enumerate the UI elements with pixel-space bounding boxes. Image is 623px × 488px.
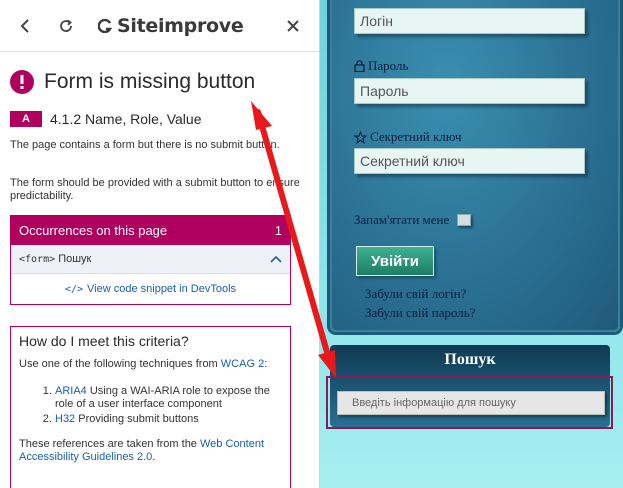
occurrences-title: Occurrences on this page (19, 223, 168, 238)
password-input[interactable]: Пароль (354, 78, 585, 104)
close-icon (287, 20, 299, 32)
occurrence-name: Пошук (58, 253, 92, 265)
forgot-login-link[interactable]: Забули свій логін? (365, 286, 466, 302)
how-to-title: How do I meet this criteria? (19, 333, 189, 349)
occurrence-tag: <form> (19, 254, 56, 265)
search-input[interactable]: Введіть інформацію для пошуку (337, 391, 605, 415)
issue-recommendation: The form should be provided with a submi… (10, 177, 300, 202)
password-label: Пароль (354, 58, 408, 74)
lock-icon (354, 60, 365, 72)
panel-toolbar: Siteimprove (0, 0, 319, 52)
star-icon (354, 130, 367, 144)
close-button[interactable] (281, 14, 305, 38)
code-icon: </> (64, 283, 84, 295)
criterion-label: 4.1.2 Name, Role, Value (50, 111, 202, 127)
technique-link-aria4[interactable]: ARIA4 (55, 385, 87, 397)
remember-me-row: Запам'ятати мене (354, 212, 472, 228)
siteimprove-logo: Siteimprove (98, 14, 244, 38)
occurrence-label: <form> Пошук (19, 253, 91, 265)
technique-text: Providing submit buttons (78, 413, 199, 425)
secret-key-label: Секретний ключ (354, 129, 462, 145)
view-code-snippet-link[interactable]: </> View code snippet in DevTools (11, 274, 290, 304)
forgot-password-link[interactable]: Забули свій пароль? (365, 305, 476, 321)
techniques-list: ARIA4 Using a WAI-ARIA role to expose th… (55, 385, 282, 426)
secret-key-input[interactable]: Секретний ключ (354, 148, 585, 174)
references-note: These references are taken from the Web … (19, 438, 282, 464)
references-end: . (152, 451, 156, 463)
refresh-icon (60, 19, 72, 32)
issue-title: Form is missing button (44, 70, 256, 93)
view-code-snippet-label: View code snippet in DevTools (87, 283, 237, 295)
remember-me-checkbox[interactable] (457, 214, 472, 226)
references-text: These references are taken from the (19, 438, 197, 450)
conformance-level-badge: A (10, 111, 42, 127)
how-to-card: How do I meet this criteria? Use one of … (10, 326, 291, 488)
search-title: Пошук (444, 351, 496, 368)
issue-header: Form is missing button (10, 70, 255, 94)
password-label-text: Пароль (368, 58, 409, 73)
login-panel: Логін Пароль Пароль Секретний ключ Секре… (330, 0, 620, 332)
occurrences-count: 1 (274, 223, 282, 238)
siteimprove-logo-icon (98, 19, 112, 33)
how-to-intro-end: : (264, 358, 268, 370)
technique-item: ARIA4 Using a WAI-ARIA role to expose th… (55, 385, 282, 411)
siteimprove-panel: Siteimprove Form is missing button A 4.1… (0, 0, 320, 488)
chevron-left-icon (20, 19, 29, 33)
chevron-up-icon[interactable] (270, 255, 282, 263)
remember-me-label: Запам'ятати мене (354, 212, 450, 227)
how-to-intro: Use one of the following techniques from… (19, 358, 282, 371)
login-button[interactable]: Увійти (356, 246, 434, 276)
issue-description: The page contains a form but there is no… (10, 139, 280, 151)
criterion-row: A 4.1.2 Name, Role, Value (10, 111, 202, 127)
wcag-link[interactable]: WCAG 2 (221, 358, 264, 370)
refresh-button[interactable] (54, 14, 78, 38)
technique-link-h32[interactable]: H32 (55, 413, 75, 425)
occurrence-item[interactable]: <form> Пошук (11, 245, 290, 274)
technique-text: Using a WAI-ARIA role to expose the role… (55, 385, 270, 410)
login-input[interactable]: Логін (354, 8, 585, 34)
technique-item: H32 Providing submit buttons (55, 413, 282, 426)
error-icon (10, 70, 34, 94)
secret-key-label-text: Секретний ключ (370, 129, 462, 144)
occurrences-card: Occurrences on this page 1 <form> Пошук … (10, 215, 291, 305)
occurrences-header: Occurrences on this page 1 (11, 216, 290, 245)
back-button[interactable] (13, 14, 37, 38)
how-to-intro-text: Use one of the following techniques from (19, 358, 218, 370)
brand-name: Siteimprove (117, 15, 244, 37)
